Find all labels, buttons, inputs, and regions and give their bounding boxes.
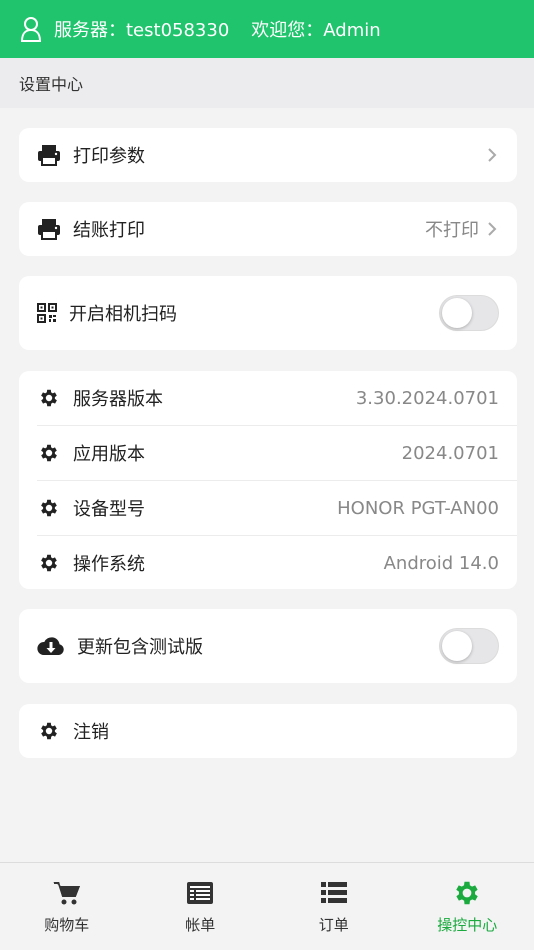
device-model-label: 设备型号 xyxy=(73,499,145,520)
user-icon xyxy=(20,17,42,42)
camera-scan-label: 开启相机扫码 xyxy=(69,304,177,325)
gear-icon xyxy=(456,881,478,905)
app-version-label: 应用版本 xyxy=(73,444,145,465)
os-row: 操作系统 Android 14.0 xyxy=(19,536,517,590)
page-title-bar: 设置中心 xyxy=(0,58,534,108)
server-version-label: 服务器版本 xyxy=(73,389,163,410)
server-version-value: 3.30.2024.0701 xyxy=(355,387,499,409)
tab-label: 帐单 xyxy=(185,916,216,934)
checkout-print-label: 结账打印 xyxy=(73,220,145,241)
bill-icon xyxy=(187,882,214,904)
camera-scan-card: 开启相机扫码 xyxy=(19,276,517,350)
welcome-user: 欢迎您：Admin xyxy=(251,20,381,41)
device-model-row: 设备型号 HONOR PGT-AN00 xyxy=(19,481,517,535)
app-version-value: 2024.0701 xyxy=(401,442,499,464)
chevron-right-icon xyxy=(488,148,497,162)
server-version-row: 服务器版本 3.30.2024.0701 xyxy=(19,371,517,425)
printer-icon xyxy=(37,217,61,241)
gear-icon xyxy=(37,496,61,520)
printer-icon xyxy=(37,143,61,167)
list-icon xyxy=(320,882,347,903)
tab-cart[interactable]: 购物车 xyxy=(0,863,134,950)
beta-updates-label: 更新包含测试版 xyxy=(77,637,203,658)
logout-card[interactable]: 注销 xyxy=(19,704,517,758)
page-title: 设置中心 xyxy=(19,75,84,94)
qr-code-icon xyxy=(37,301,57,325)
gear-icon xyxy=(37,719,61,743)
chevron-right-icon xyxy=(488,222,497,236)
tab-label: 购物车 xyxy=(44,916,90,934)
tab-bill[interactable]: 帐单 xyxy=(134,863,268,950)
server-name: 服务器：test058330 xyxy=(54,20,230,41)
beta-updates-row: 更新包含测试版 xyxy=(19,609,517,683)
os-label: 操作系统 xyxy=(73,554,145,575)
toggle-knob xyxy=(442,298,472,328)
logout-row[interactable]: 注销 xyxy=(19,704,517,758)
app-version-row: 应用版本 2024.0701 xyxy=(19,426,517,480)
checkout-print-row[interactable]: 结账打印 不打印 xyxy=(19,202,517,256)
camera-scan-row: 开启相机扫码 xyxy=(19,276,517,350)
logout-label: 注销 xyxy=(73,722,109,743)
device-model-value: HONOR PGT-AN00 xyxy=(337,497,499,519)
tab-orders[interactable]: 订单 xyxy=(267,863,401,950)
bottom-tab-bar: 购物车 帐单 订单 操控中心 xyxy=(0,862,534,950)
info-card: 服务器版本 3.30.2024.0701 应用版本 2024.0701 设备型号… xyxy=(19,371,517,589)
print-params-row[interactable]: 打印参数 xyxy=(19,128,517,182)
os-value: Android 14.0 xyxy=(383,552,499,574)
top-bar: 服务器：test058330 欢迎您：Admin xyxy=(0,0,534,58)
print-params-card[interactable]: 打印参数 xyxy=(19,128,517,182)
gear-icon xyxy=(37,386,61,410)
tab-control-center[interactable]: 操控中心 xyxy=(401,863,534,950)
beta-updates-card: 更新包含测试版 xyxy=(19,609,517,683)
camera-scan-toggle[interactable] xyxy=(439,295,499,331)
checkout-print-value: 不打印 xyxy=(425,220,479,241)
beta-updates-toggle[interactable] xyxy=(439,628,499,664)
gear-icon xyxy=(37,441,61,465)
print-params-label: 打印参数 xyxy=(73,146,145,167)
tab-label: 订单 xyxy=(318,916,349,934)
cloud-download-icon xyxy=(37,634,65,658)
gear-icon xyxy=(37,551,61,575)
checkout-print-card[interactable]: 结账打印 不打印 xyxy=(19,202,517,256)
cart-icon xyxy=(52,882,80,905)
toggle-knob xyxy=(442,631,472,661)
tab-label: 操控中心 xyxy=(437,916,498,934)
